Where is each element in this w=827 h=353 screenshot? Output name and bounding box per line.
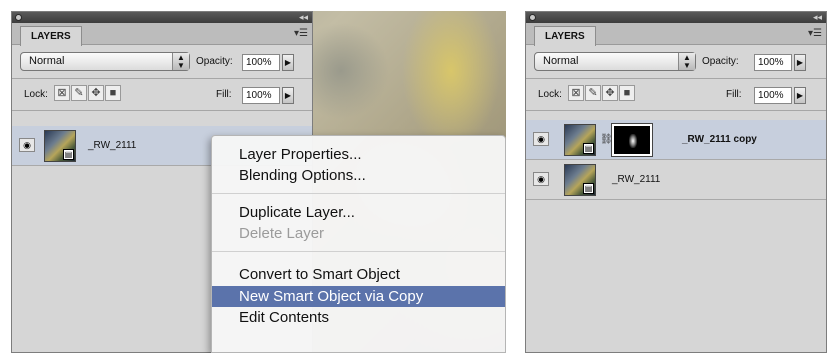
divider [12, 110, 312, 111]
divider [526, 110, 826, 111]
right-screenshot: ◂◂ LAYERS ▾☰ Normal ▲ ▼ Opacity: 100% ▶ L… [525, 11, 827, 353]
opacity-arrow-icon[interactable]: ▶ [282, 54, 294, 71]
tab-layers[interactable]: LAYERS [534, 26, 596, 46]
layer-row[interactable]: ◉ ▤ ⛓ _RW_2111 copy [526, 120, 826, 160]
panel-titlebar: ◂◂ [526, 12, 826, 23]
panel-tab-row: LAYERS ▾☰ [526, 23, 826, 46]
left-screenshot: ◂◂ LAYERS ▾☰ Normal ▲ ▼ Opacity: 100% ▶ L… [11, 11, 506, 353]
opacity-field[interactable]: 100% [242, 54, 280, 71]
divider [12, 78, 312, 79]
menu-item-edit-contents[interactable]: Edit Contents [212, 307, 505, 328]
lock-position-icon[interactable]: ✥ [602, 85, 618, 101]
menu-separator [212, 193, 505, 194]
close-icon[interactable] [529, 14, 536, 21]
lock-transparent-pixels-icon[interactable]: ⊠ [568, 85, 584, 101]
divider [526, 78, 826, 79]
menu-item-blending-options[interactable]: Blending Options... [212, 165, 505, 186]
eye-icon[interactable]: ◉ [19, 138, 35, 152]
lock-image-pixels-icon[interactable]: ✎ [585, 85, 601, 101]
fill-label: Fill: [726, 89, 742, 100]
layer-thumbnail[interactable]: ▤ [44, 130, 76, 162]
up-down-arrow-icon: ▲ ▼ [172, 53, 189, 70]
menu-item-delete-layer: Delete Layer [239, 225, 325, 242]
close-icon[interactable] [15, 14, 22, 21]
opacity-arrow-icon[interactable]: ▶ [794, 54, 806, 71]
lock-label: Lock: [24, 89, 48, 100]
collapse-icon[interactable]: ◂◂ [813, 12, 822, 23]
lock-transparent-pixels-icon[interactable]: ⊠ [54, 85, 70, 101]
chain-link-icon[interactable]: ⛓ [600, 134, 613, 145]
lock-all-icon[interactable]: ■ [619, 85, 635, 101]
lock-label: Lock: [538, 89, 562, 100]
panel-menu-icon[interactable]: ▾☰ [294, 28, 308, 39]
menu-item-convert-to-smart-object[interactable]: Convert to Smart Object [212, 264, 505, 285]
layer-name[interactable]: _RW_2111 [88, 140, 136, 151]
lock-all-icon[interactable]: ■ [105, 85, 121, 101]
blend-mode-value: Normal [543, 55, 579, 67]
smart-object-badge-icon: ▤ [583, 183, 594, 194]
layer-row[interactable]: ◉ ▤ _RW_2111 [526, 160, 826, 200]
fill-arrow-icon[interactable]: ▶ [282, 87, 294, 104]
smart-object-badge-icon: ▤ [583, 143, 594, 154]
blend-mode-value: Normal [29, 55, 65, 67]
menu-separator [212, 251, 505, 252]
fill-arrow-icon[interactable]: ▶ [794, 87, 806, 104]
lock-position-icon[interactable]: ✥ [88, 85, 104, 101]
blend-mode-select[interactable]: Normal ▲ ▼ [534, 52, 696, 71]
panel-titlebar: ◂◂ [12, 12, 312, 23]
mask-highlight [629, 134, 637, 148]
layer-name[interactable]: _RW_2111 [612, 174, 660, 185]
up-down-arrow-icon: ▲ ▼ [678, 53, 695, 70]
fill-field[interactable]: 100% [754, 87, 792, 104]
opacity-label: Opacity: [196, 56, 233, 67]
layer-thumbnail[interactable]: ▤ [564, 164, 596, 196]
eye-icon[interactable]: ◉ [533, 132, 549, 146]
panel-menu-icon[interactable]: ▾☰ [808, 28, 822, 39]
opacity-label: Opacity: [702, 56, 739, 67]
fill-label: Fill: [216, 89, 232, 100]
fill-field[interactable]: 100% [242, 87, 280, 104]
layer-name[interactable]: _RW_2111 copy [682, 134, 757, 145]
menu-item-new-smart-object-via-copy[interactable]: New Smart Object via Copy [212, 286, 505, 307]
collapse-icon[interactable]: ◂◂ [299, 12, 308, 23]
layers-panel: ◂◂ LAYERS ▾☰ Normal ▲ ▼ Opacity: 100% ▶ L… [525, 11, 827, 353]
opacity-field[interactable]: 100% [754, 54, 792, 71]
layer-thumbnail[interactable]: ▤ [564, 124, 596, 156]
smart-object-badge-icon: ▤ [63, 149, 74, 160]
lock-image-pixels-icon[interactable]: ✎ [71, 85, 87, 101]
blend-mode-select[interactable]: Normal ▲ ▼ [20, 52, 190, 71]
menu-item-layer-properties[interactable]: Layer Properties... [212, 144, 505, 165]
eye-icon[interactable]: ◉ [533, 172, 549, 186]
layer-mask-thumbnail[interactable] [611, 123, 653, 157]
panel-tab-row: LAYERS ▾☰ [12, 23, 312, 46]
menu-item-duplicate-layer[interactable]: Duplicate Layer... [212, 202, 505, 223]
context-menu: Layer Properties... Blending Options... … [211, 135, 506, 353]
tab-layers[interactable]: LAYERS [20, 26, 82, 46]
